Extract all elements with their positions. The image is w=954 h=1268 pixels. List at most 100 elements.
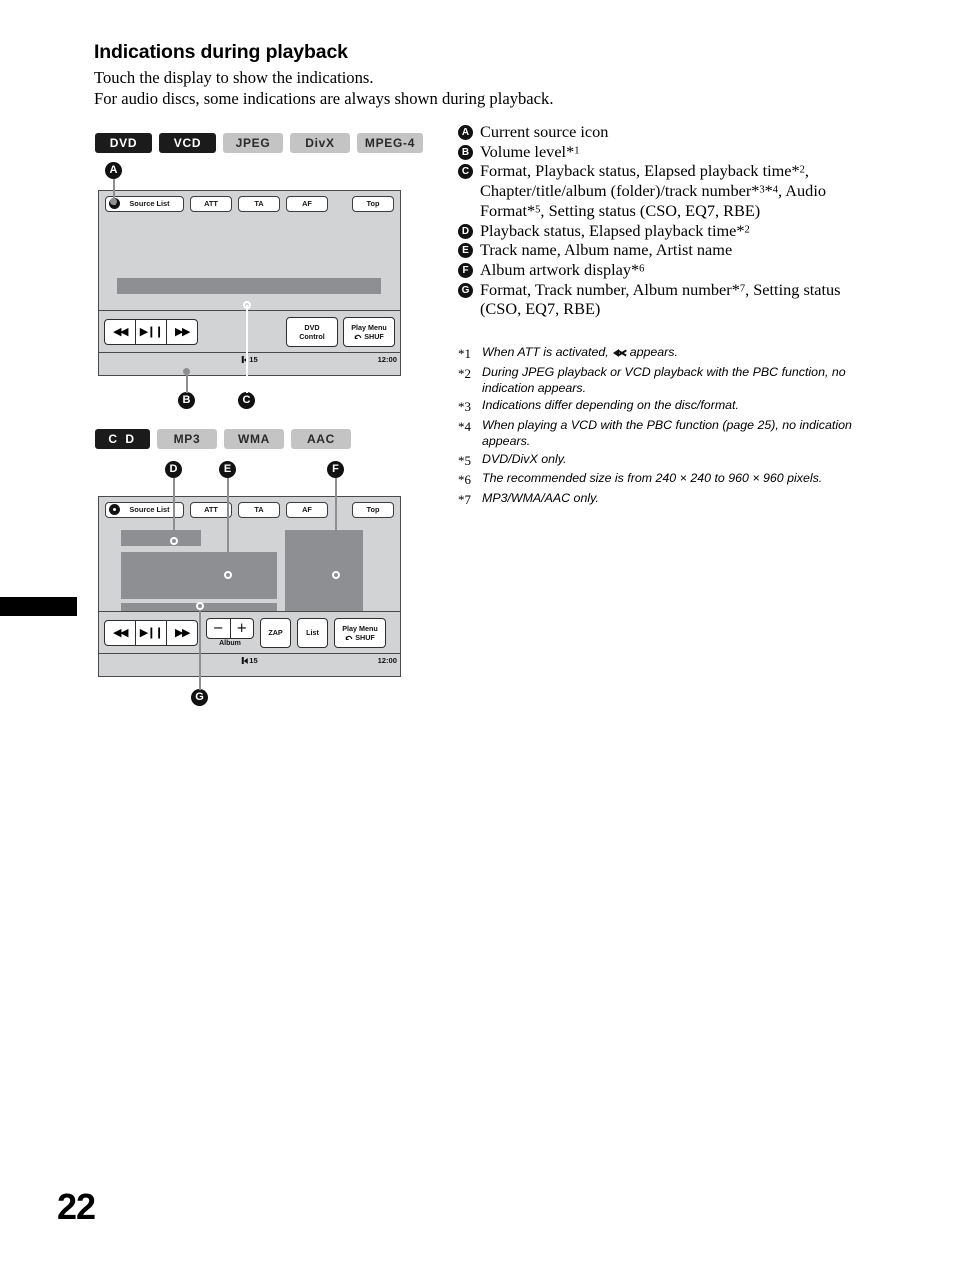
legend-bullet-a: A: [458, 125, 473, 140]
screen2-next-track-icon[interactable]: ▶▶: [166, 620, 197, 645]
screen1-clock: 12:00: [377, 354, 397, 364]
callout-f-ring: [331, 571, 340, 579]
screen2-status-block: [121, 530, 201, 546]
callout-b: B: [178, 392, 195, 409]
play-menu-shuf-label: SHUF: [355, 632, 375, 642]
album-minus-button[interactable]: −: [207, 619, 230, 638]
dvd-control-line1: DVD: [304, 322, 320, 332]
format-badge-row-dvd: DVD VCD JPEG DivX MPEG-4: [95, 133, 430, 153]
footnote-7-text: MP3/WMA/AAC only.: [482, 490, 599, 505]
footnote-4-mark: *4: [458, 418, 471, 434]
play-menu-line1: Play Menu: [342, 623, 378, 633]
callout-c-ring: [242, 301, 251, 309]
footnote-2: *2 During JPEG playback or VCD playback …: [458, 364, 853, 397]
play-menu-line1: Play Menu: [351, 322, 387, 332]
callout-e: E: [219, 461, 236, 478]
margin-tab-marker: [0, 597, 77, 616]
footnote-5: *5 DVD/DivX only.: [458, 451, 853, 470]
device-screen-cd: Source List ATT TA AF Top ◀◀ ▶❙❙ ▶▶ − + …: [98, 496, 401, 677]
screen1-af-button[interactable]: AF: [286, 195, 328, 212]
intro-line-1: Touch the display to show the indication…: [94, 68, 374, 88]
screen1-play-menu-button[interactable]: Play Menu SHUF: [343, 316, 395, 347]
legend-text-g: Format, Track number, Album number*7, Se…: [480, 279, 841, 319]
album-stepper-label: Album: [219, 640, 241, 648]
badge-wma: WMA: [224, 429, 284, 449]
legend-item-e: E Track name, Album name, Artist name: [458, 240, 858, 260]
legend-item-f: F Album artwork display*6: [458, 260, 858, 280]
legend-bullet-g: G: [458, 282, 473, 298]
legend-item-g: G Format, Track number, Album number*7, …: [458, 280, 858, 319]
callout-d-leader: [172, 478, 175, 540]
callout-d-ring: [169, 537, 178, 545]
footnote-3-mark: *3: [458, 399, 471, 415]
shuffle-repeat-icon: [345, 635, 353, 640]
callout-e-ring: [223, 571, 232, 579]
callout-g: G: [191, 689, 208, 706]
legend-bullet-f: F: [458, 263, 473, 279]
screen2-zap-button[interactable]: ZAP: [260, 617, 291, 648]
legend-bullet-b: B: [458, 144, 473, 160]
screen1-toolbar: Source List ATT TA AF Top: [99, 191, 400, 216]
screen2-track-info-block: [121, 552, 277, 599]
screen2-volume-indicator: 15: [241, 655, 258, 665]
screen2-transport-group: ◀◀ ▶❙❙ ▶▶: [104, 619, 198, 646]
screen1-source-list-button[interactable]: Source List: [105, 195, 184, 212]
screen1-video-area: [99, 216, 400, 310]
screen2-volume-value: 15: [249, 655, 258, 665]
footnote-5-text: DVD/DivX only.: [482, 451, 567, 466]
page-title: Indications during playback: [94, 41, 348, 63]
badge-vcd: VCD: [159, 133, 216, 153]
screen2-info-area: [99, 522, 400, 615]
legend-text-e: Track name, Album name, Artist name: [480, 240, 733, 260]
format-badge-row-cd: C D MP3 WMA AAC: [95, 429, 358, 449]
play-menu-shuf-label: SHUF: [364, 331, 384, 341]
callout-c: C: [238, 392, 255, 409]
badge-jpeg: JPEG: [223, 133, 283, 153]
screen1-play-pause-icon[interactable]: ▶❙❙: [135, 319, 166, 344]
footnote-2-text: During JPEG playback or VCD playback wit…: [482, 364, 846, 395]
screen2-ta-button[interactable]: TA: [238, 501, 280, 518]
page-number: 22: [57, 1186, 96, 1227]
screen2-status-bar: 15 12:00: [99, 653, 400, 667]
screen2-controls: ◀◀ ▶❙❙ ▶▶ − + Album ZAP List Play Menu S…: [99, 611, 400, 653]
footnote-7-mark: *7: [458, 491, 471, 507]
screen1-info-bar: [117, 278, 381, 294]
badge-cd: C D: [95, 429, 150, 449]
screen2-album-stepper: − + Album: [206, 617, 254, 648]
callout-g-leader: [198, 606, 201, 690]
footnote-4: *4 When playing a VCD with the PBC funct…: [458, 417, 853, 450]
footnote-1-before: When ATT is activated,: [482, 345, 609, 359]
screen2-prev-track-icon[interactable]: ◀◀: [105, 621, 135, 645]
screen2-af-button[interactable]: AF: [286, 501, 328, 518]
legend-bullet-e: E: [458, 243, 473, 259]
screen1-volume-indicator: 15: [241, 355, 258, 364]
screen1-next-track-icon[interactable]: ▶▶: [166, 319, 197, 344]
screen2-list-button[interactable]: List: [297, 617, 328, 648]
footnote-1: *1 When ATT is activated, appears.: [458, 344, 853, 363]
screen1-ta-button[interactable]: TA: [238, 195, 280, 212]
legend-text-b: Volume level*1: [480, 141, 580, 161]
screen2-play-menu-button[interactable]: Play Menu SHUF: [334, 617, 386, 648]
dvd-control-line2: Control: [299, 331, 325, 341]
album-plus-button[interactable]: +: [229, 618, 254, 638]
screen2-top-button[interactable]: Top: [352, 501, 394, 518]
source-disc-icon: [109, 504, 120, 515]
screen2-play-pause-icon[interactable]: ▶❙❙: [135, 620, 166, 645]
footnote-3: *3 Indications differ depending on the d…: [458, 397, 853, 416]
screen1-dvd-control-button[interactable]: DVD Control: [286, 316, 338, 347]
legend-text-d: Playback status, Elapsed playback time*2: [480, 220, 750, 240]
legend-text-a: Current source icon: [480, 122, 609, 141]
screen1-status-bar: 15 12:00: [99, 352, 400, 366]
badge-aac: AAC: [291, 429, 351, 449]
screen2-clock: 12:00: [377, 655, 397, 665]
callout-f-leader: [334, 478, 337, 574]
footnote-1-text: When ATT is activated, appears.: [482, 344, 678, 360]
footnote-1-mark: *1: [458, 346, 471, 361]
callout-f: F: [327, 461, 344, 478]
screen1-source-list-label: Source List: [129, 199, 170, 208]
screen1-att-button[interactable]: ATT: [190, 195, 232, 212]
screen1-top-button[interactable]: Top: [352, 195, 394, 212]
screen1-prev-track-icon[interactable]: ◀◀: [105, 320, 135, 344]
callout-c-leader: [245, 305, 248, 393]
legend-text-c: Format, Playback status, Elapsed playbac…: [480, 161, 826, 220]
